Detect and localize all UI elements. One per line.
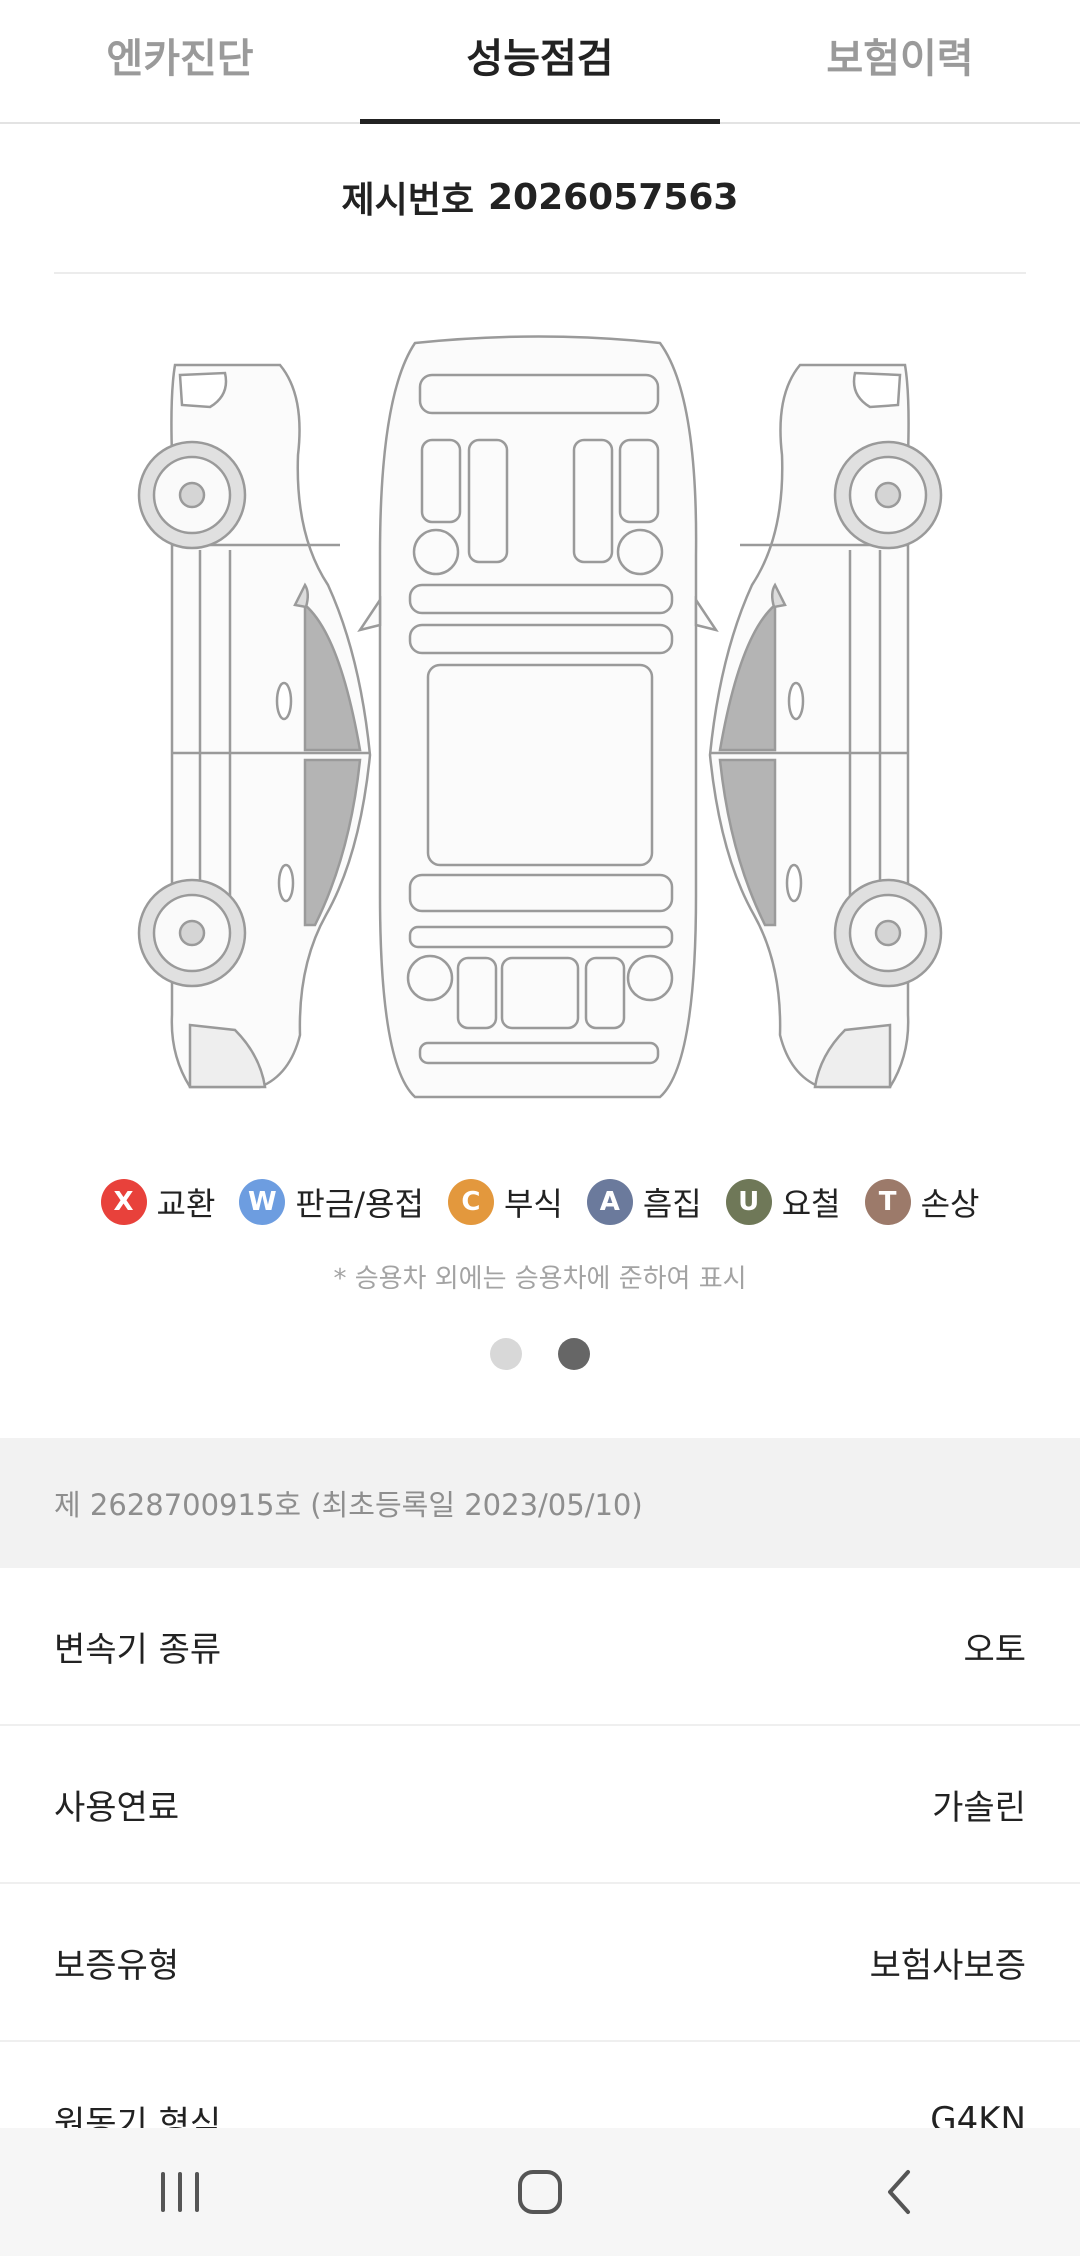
spec-row-transmission: 변속기 종류 오토 [0,1568,1080,1726]
registration-info: 제 2628700915호 (최초등록일 2023/05/10) [0,1438,1080,1568]
car-right-side-view [708,363,943,1089]
legend-badge-t: T [864,1179,911,1225]
spec-list: 변속기 종류 오토 사용연료 가솔린 보증유형 보험사보증 원동기 형식 G4K… [0,1568,1080,2200]
legend-label: 교환 [156,1185,216,1223]
tab-label: 엔카진단 [106,36,254,82]
home-icon [518,2170,562,2214]
back-icon [888,2170,910,2214]
carousel-pager [0,1338,1080,1370]
legend-badge-c: C [447,1179,494,1225]
legend-item-dent: U 요철 [725,1179,841,1225]
recents-button[interactable] [80,2142,280,2242]
recents-icon [161,2172,199,2212]
pager-dot-2[interactable] [558,1338,590,1370]
car-top-view [357,335,719,1099]
car-damage-diagram [137,335,943,1099]
tab-insurance-history[interactable]: 보험이력 [720,0,1080,122]
tab-performance-check[interactable]: 성능점검 [360,0,720,124]
back-button[interactable] [800,2142,1000,2242]
legend-badge-w: W [239,1179,286,1225]
system-navigation-bar [0,2128,1080,2256]
legend-label: 흠집 [642,1185,702,1223]
legend-label: 요철 [781,1185,841,1223]
legend-badge-a: A [586,1179,633,1225]
legend-item-sheet-metal-welding: W 판금/용접 [239,1179,424,1225]
legend-badge-x: X [100,1179,147,1225]
car-left-side-view [137,363,372,1089]
legend-note: * 승용차 외에는 승용차에 준하여 표시 [333,1264,747,1294]
spec-value: 보험사보증 [869,1945,1026,1986]
legend-item-corrosion: C 부식 [447,1179,563,1225]
exhibit-label: 제시번호 [341,180,474,221]
legend-label: 판금/용접 [295,1185,424,1223]
spec-value: 가솔린 [932,1787,1026,1828]
legend-item-exchange: X 교환 [100,1179,216,1225]
spec-row-fuel: 사용연료 가솔린 [0,1726,1080,1884]
tab-label: 성능점검 [466,36,614,82]
spec-row-warranty-type: 보증유형 보험사보증 [0,1884,1080,2042]
spec-value: 오토 [963,1629,1026,1670]
spec-label: 사용연료 [54,1787,180,1828]
legend-label: 손상 [920,1185,980,1223]
exhibit-number-header: 제시번호 2026057563 [54,122,1026,274]
legend-item-damage: T 손상 [864,1179,980,1225]
tab-bar: 엔카진단 성능점검 보험이력 [0,0,1080,124]
legend-label: 부식 [503,1185,563,1223]
tab-label: 보험이력 [826,36,974,82]
damage-legend: X 교환 W 판금/용접 C 부식 A 흠집 U 요철 T 손상 [0,1168,1080,1236]
spec-label: 보증유형 [54,1945,180,1986]
pager-dot-1[interactable] [490,1338,522,1370]
exhibit-number: 2026057563 [487,176,739,218]
home-button[interactable] [440,2142,640,2242]
legend-badge-u: U [725,1179,772,1225]
legend-item-scratch: A 흠집 [586,1179,702,1225]
spec-label: 변속기 종류 [54,1629,222,1670]
tab-encar-diagnosis[interactable]: 엔카진단 [0,0,360,122]
